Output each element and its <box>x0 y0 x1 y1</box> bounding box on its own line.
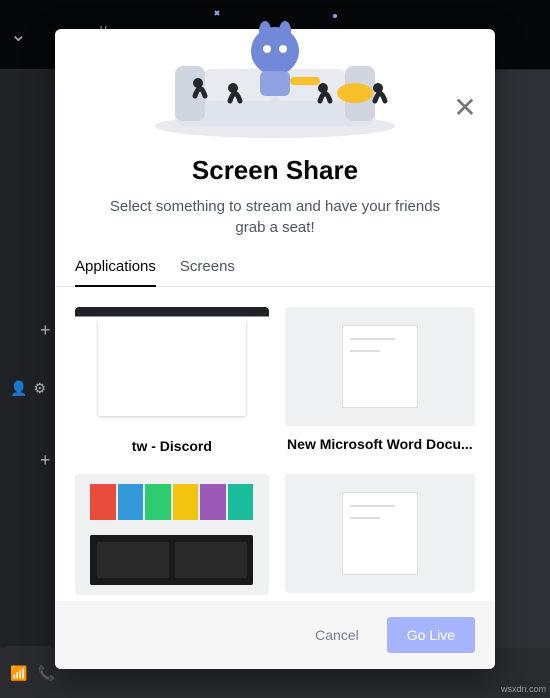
source-thumbnail <box>75 474 269 595</box>
modal-overlay: ✕ Screen Share Select something to strea… <box>0 0 550 698</box>
couch-illustration <box>135 1 415 141</box>
close-icon: ✕ <box>453 91 476 124</box>
source-thumbnail <box>285 307 475 426</box>
cancel-button[interactable]: Cancel <box>295 617 379 653</box>
hero-illustration <box>55 29 495 149</box>
source-grid: tw - Discord New Microsoft Word Docu... … <box>55 287 495 601</box>
source-item[interactable]: New Microsoft Word Docu... <box>285 474 475 601</box>
source-item[interactable]: New Microsoft Word Docu... <box>285 307 475 454</box>
watermark: wsxdn.com <box>501 684 546 694</box>
tab-screens[interactable]: Screens <box>180 258 235 287</box>
source-label: tw - Discord <box>75 438 269 454</box>
source-item[interactable]: tw - Discord <box>75 307 269 454</box>
source-item[interactable]: Go Live and Screen Share -... <box>75 474 269 601</box>
close-button[interactable]: ✕ <box>451 93 479 121</box>
screen-share-modal: ✕ Screen Share Select something to strea… <box>55 29 495 669</box>
tab-bar: Applications Screens <box>55 258 495 287</box>
modal-subtitle: Select something to stream and have your… <box>55 186 495 258</box>
modal-title: Screen Share <box>55 155 495 186</box>
tab-applications[interactable]: Applications <box>75 258 156 287</box>
source-label: New Microsoft Word Docu... <box>285 436 475 452</box>
source-thumbnail <box>75 307 269 428</box>
source-thumbnail <box>285 474 475 593</box>
go-live-button[interactable]: Go Live <box>387 617 475 653</box>
modal-footer: Cancel Go Live <box>55 601 495 669</box>
